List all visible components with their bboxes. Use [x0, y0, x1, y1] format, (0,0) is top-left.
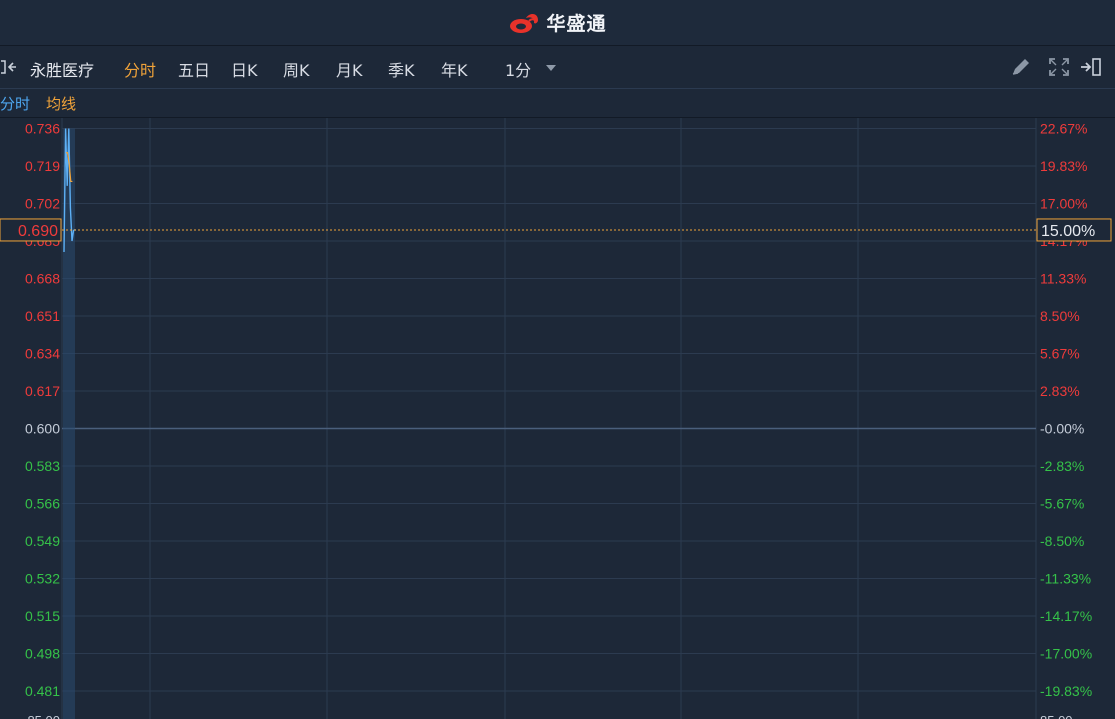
pct-tick-label: 2.83% [1040, 383, 1080, 399]
collapse-panel-icon[interactable] [0, 59, 22, 75]
pct-tick-label: -2.83% [1040, 458, 1084, 474]
current-pct-label: 15.00% [1041, 223, 1095, 240]
pct-tick-label: 8.50% [1040, 308, 1080, 324]
pct-tick-label: 19.83% [1040, 158, 1087, 174]
fullscreen-icon[interactable] [1048, 57, 1070, 77]
pct-tick-label: -5.67% [1040, 496, 1084, 512]
tab-day-k[interactable]: 日K [231, 57, 258, 81]
y-tick-label: 0.481 [25, 683, 60, 699]
tab-timeshare[interactable]: 分时 [124, 57, 156, 81]
y-tick-label: 0.617 [25, 383, 60, 399]
legend-bar: 分时 均线 [0, 89, 1115, 118]
brand: 华盛通 [508, 9, 606, 36]
pct-tick-label: -17.00% [1040, 646, 1092, 662]
pct-tick-label: 5.67% [1040, 346, 1080, 362]
chevron-down-icon[interactable] [546, 65, 556, 71]
legend-average: 均线 [46, 95, 77, 113]
y-tick-label: 0.600 [25, 421, 60, 437]
title-bar: 华盛通 [0, 0, 1115, 46]
y-tick-label: 0.566 [25, 496, 60, 512]
tab-month-k[interactable]: 月K [336, 57, 363, 81]
y-tick-label: 0.719 [25, 158, 60, 174]
pencil-icon[interactable] [1010, 57, 1032, 77]
y-tick-label: 0.702 [25, 196, 60, 212]
tab-season-k[interactable]: 季K [388, 57, 415, 81]
brand-name: 华盛通 [546, 13, 607, 35]
stock-name: 永胜医疗 [30, 61, 95, 80]
tab-year-k[interactable]: 年K [441, 57, 468, 81]
toolbar: 永胜医疗 分时 五日 日K 周K 月K 季K 年K 1分 [0, 46, 1115, 89]
y-tick-label: 0.583 [25, 458, 60, 474]
brand-logo-icon [510, 13, 539, 33]
y-tick-label: 0.736 [25, 121, 60, 137]
y-tick-label: 0.651 [25, 308, 60, 324]
y-tick-label: 0.515 [25, 608, 60, 624]
y-tick-label: 0.532 [25, 571, 60, 587]
tab-week-k[interactable]: 周K [283, 57, 310, 81]
legend-timeshare: 分时 [0, 95, 31, 113]
pct-tick-label: -11.33% [1040, 571, 1091, 587]
y-tick-label: 0.498 [25, 646, 60, 662]
pct-tick-label: 11.33% [1040, 271, 1086, 287]
pct-tick-label: -8.50% [1040, 533, 1084, 549]
pct-tick-label: 17.00% [1040, 196, 1087, 212]
tab-five-day[interactable]: 五日 [178, 57, 210, 81]
pct-tick-label: 22.67% [1040, 121, 1087, 137]
interval-select[interactable]: 1分 [505, 57, 531, 81]
y-tick-label: 0.634 [25, 346, 60, 362]
timeshare-chart[interactable]: 0.73622.67%0.71919.83%0.70217.00%0.68514… [0, 118, 1115, 719]
exit-panel-icon[interactable] [1080, 57, 1102, 77]
y-tick-label: 0.549 [25, 533, 60, 549]
bottom-right-label: 85.00 [1040, 713, 1073, 719]
current-price-label: 0.690 [18, 223, 58, 240]
y-tick-label: 0.668 [25, 271, 60, 287]
bottom-left-label: 85.00 [27, 713, 60, 719]
pct-tick-label: -0.00% [1040, 421, 1084, 437]
pct-tick-label: -19.83% [1040, 683, 1092, 699]
pct-tick-label: -14.17% [1040, 608, 1092, 624]
plot-background [0, 118, 1115, 719]
